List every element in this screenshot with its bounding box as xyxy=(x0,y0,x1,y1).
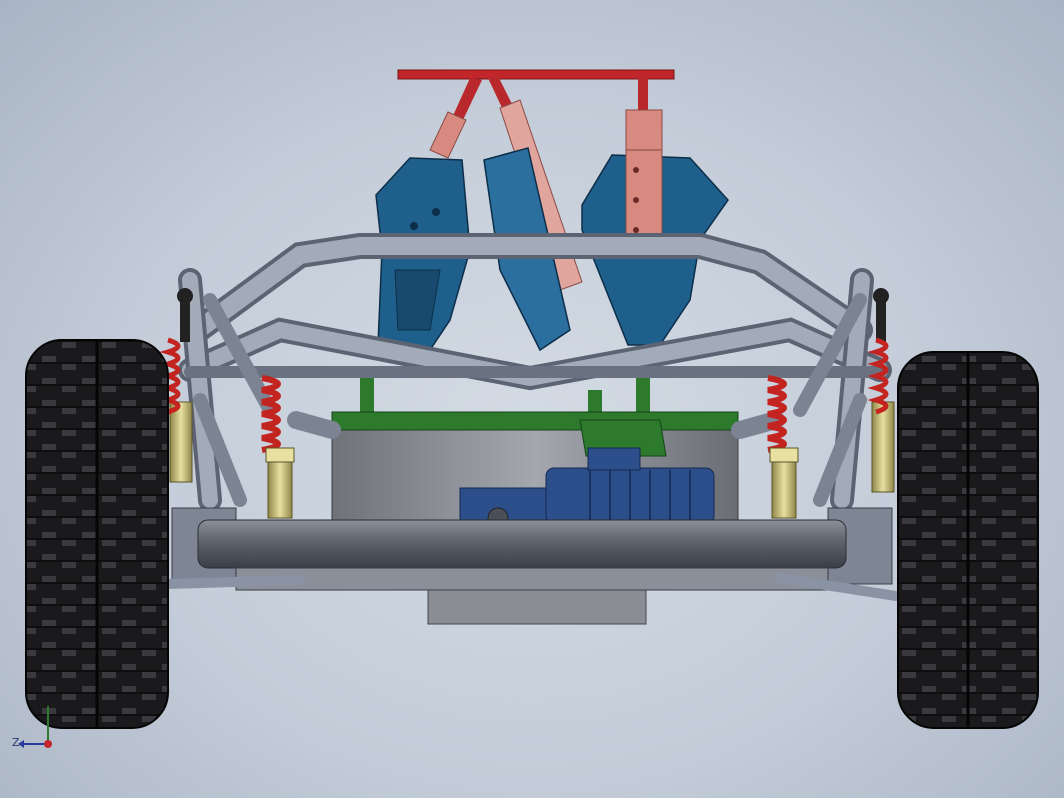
cad-viewport[interactable] xyxy=(0,0,1064,798)
shock-absorber-inner-left xyxy=(261,375,295,519)
motor-terminal-box xyxy=(587,447,641,471)
shock-absorber-outer-right xyxy=(867,288,895,493)
z-axis-label: Z xyxy=(12,736,20,749)
coordinate-triad-icon: Z xyxy=(12,706,52,749)
front-bumper xyxy=(163,507,901,601)
tire-left xyxy=(25,339,169,729)
top-red-crossbar xyxy=(397,69,675,80)
shock-absorber-inner-right xyxy=(767,375,799,519)
green-base-plate xyxy=(331,411,739,431)
bumper-tube xyxy=(197,519,847,569)
pink-rod-left xyxy=(429,111,467,159)
lower-gray-box xyxy=(427,587,647,625)
tire-right xyxy=(897,351,1039,729)
red-link-right xyxy=(638,78,648,112)
